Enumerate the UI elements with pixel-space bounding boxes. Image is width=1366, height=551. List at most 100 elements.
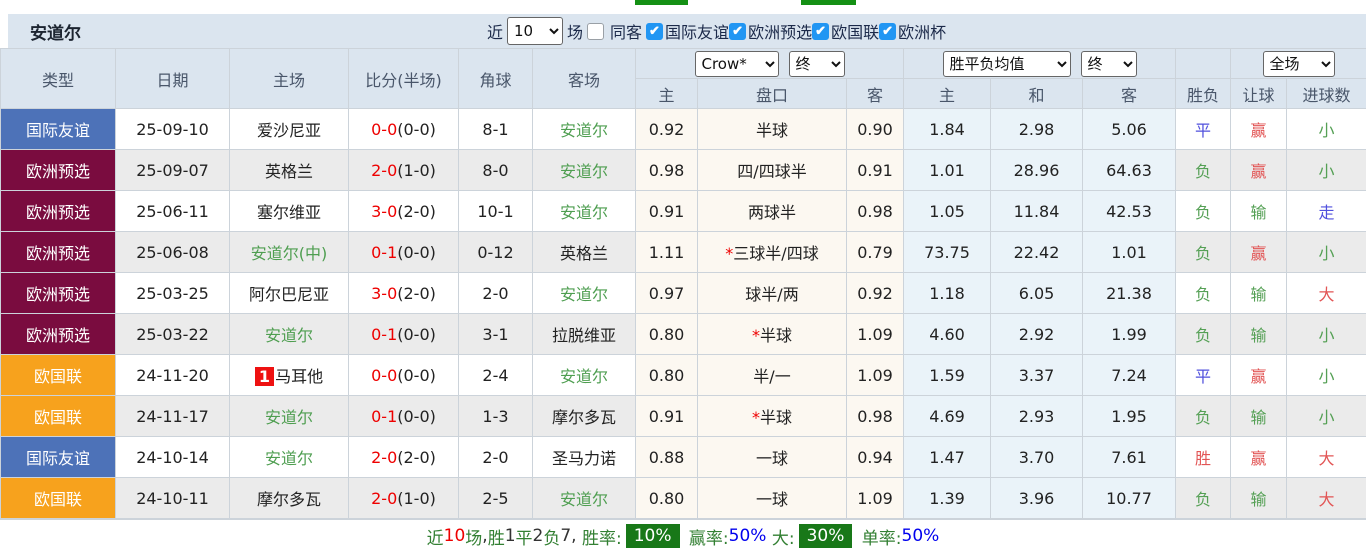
full-time-score: 0-1 xyxy=(371,243,397,262)
table-row: 欧国联24-11-201马耳他0-0(0-0)2-4安道尔0.80半/一1.09… xyxy=(1,355,1366,396)
cell-result-handicap: 输 xyxy=(1231,273,1287,314)
same-away-checkbox[interactable] xyxy=(587,23,604,40)
competition-filters: 国际友谊欧洲预选欧国联欧洲杯 xyxy=(646,19,946,43)
cell-result-wdl: 负 xyxy=(1176,191,1231,232)
cell-odds-lose: 1.95 xyxy=(1083,396,1176,437)
table-header: 类型 日期 主场 比分(半场) 角球 客场 Crow* 终 胜 xyxy=(1,49,1366,109)
cell-competition-type: 国际友谊 xyxy=(1,109,116,150)
cell-away-team: 安道尔 xyxy=(533,109,636,150)
full-time-score: 2-0 xyxy=(371,448,397,467)
cell-result-wdl: 负 xyxy=(1176,232,1231,273)
cell-result-wdl: 负 xyxy=(1176,314,1231,355)
col-header-date: 日期 xyxy=(116,49,230,109)
away-team-name: 安道尔 xyxy=(560,285,608,304)
odds-company-select[interactable]: Crow* xyxy=(695,51,779,77)
cell-away-team: 英格兰 xyxy=(533,232,636,273)
cell-date: 25-06-11 xyxy=(116,191,230,232)
cell-odds-win: 1.01 xyxy=(904,150,991,191)
cell-competition-type: 欧洲预选 xyxy=(1,232,116,273)
cell-corner: 3-1 xyxy=(459,314,533,355)
summary-segment: 50% xyxy=(902,526,940,546)
summary-segment: 平 xyxy=(516,524,533,549)
handicap-select-cell: Crow* 终 xyxy=(636,49,904,79)
cell-competition-type: 欧洲预选 xyxy=(1,314,116,355)
sub-header-cell: 和 xyxy=(991,79,1083,109)
cell-home-team: 1马耳他 xyxy=(230,355,349,396)
sub-header-cell: 进球数 xyxy=(1287,79,1366,109)
cell-handicap: 半/一 xyxy=(698,355,847,396)
empty-header-cell xyxy=(1176,49,1231,79)
table-row: 国际友谊25-09-10爱沙尼亚0-0(0-0)8-1安道尔0.92半球0.90… xyxy=(1,109,1366,150)
cell-score: 0-1(0-0) xyxy=(349,314,459,355)
handicap-line: 半球 xyxy=(760,326,792,345)
cell-competition-type: 欧洲预选 xyxy=(1,191,116,232)
cell-away-team: 安道尔 xyxy=(533,150,636,191)
cell-competition-type: 国际友谊 xyxy=(1,437,116,478)
cell-score: 0-1(0-0) xyxy=(349,232,459,273)
cell-result-goals: 大 xyxy=(1287,478,1366,519)
cell-date: 24-10-14 xyxy=(116,437,230,478)
sub-header-cell: 客 xyxy=(1083,79,1176,109)
cell-corner: 2-4 xyxy=(459,355,533,396)
home-team-name: 安道尔 xyxy=(265,326,313,345)
cell-odds-lose: 21.38 xyxy=(1083,273,1176,314)
summary-segment: 赢率: xyxy=(684,524,729,549)
cell-result-goals: 小 xyxy=(1287,150,1366,191)
wdl-state-select[interactable]: 终 xyxy=(1081,51,1137,77)
handicap-star: * xyxy=(752,326,760,345)
half-time-score: (2-0) xyxy=(397,202,436,221)
cell-odds-lose: 64.63 xyxy=(1083,150,1176,191)
home-team-name: 安道尔 xyxy=(265,408,313,427)
cell-corner: 2-5 xyxy=(459,478,533,519)
cell-result-goals: 走 xyxy=(1287,191,1366,232)
competition-checkbox[interactable] xyxy=(812,23,829,40)
recent-label: 近 xyxy=(487,19,503,43)
cell-odds-home: 0.91 xyxy=(636,191,698,232)
cell-odds-home: 0.80 xyxy=(636,314,698,355)
cell-odds-away: 0.79 xyxy=(847,232,904,273)
cell-odds-lose: 5.06 xyxy=(1083,109,1176,150)
competition-checkbox[interactable] xyxy=(646,23,663,40)
handicap-state-select[interactable]: 终 xyxy=(789,51,845,77)
summary-segment: 单率: xyxy=(856,524,901,549)
cell-handicap: *半球 xyxy=(698,314,847,355)
cell-score: 2-0(1-0) xyxy=(349,150,459,191)
away-team-name: 英格兰 xyxy=(560,244,608,263)
cell-handicap: 两球半 xyxy=(698,191,847,232)
competition-checkbox[interactable] xyxy=(879,23,896,40)
cell-home-team: 安道尔 xyxy=(230,314,349,355)
recent-matches-select[interactable]: 10 xyxy=(507,17,563,45)
summary-segment: 负 xyxy=(543,524,560,549)
scope-select[interactable]: 全场 xyxy=(1263,51,1335,77)
table-row: 欧洲预选25-06-11塞尔维亚3-0(2-0)10-1安道尔0.91两球半0.… xyxy=(1,191,1366,232)
cell-odds-home: 0.97 xyxy=(636,273,698,314)
summary-segment: 近 xyxy=(427,524,444,549)
competition-checkbox[interactable] xyxy=(729,23,746,40)
cell-competition-type: 欧国联 xyxy=(1,396,116,437)
match-table-body: 国际友谊25-09-10爱沙尼亚0-0(0-0)8-1安道尔0.92半球0.90… xyxy=(1,109,1366,519)
away-team-name: 安道尔 xyxy=(560,367,608,386)
handicap-line: 半/一 xyxy=(753,367,790,386)
wdl-average-select[interactable]: 胜平负均值 xyxy=(943,51,1071,77)
cell-odds-away: 0.94 xyxy=(847,437,904,478)
competition-label: 欧国联 xyxy=(831,19,879,43)
cell-odds-home: 0.91 xyxy=(636,396,698,437)
table-row: 国际友谊24-10-14安道尔2-0(2-0)2-0圣马力诺0.88一球0.94… xyxy=(1,437,1366,478)
cell-date: 25-06-08 xyxy=(116,232,230,273)
cell-home-team: 安道尔 xyxy=(230,437,349,478)
same-away-label: 同客 xyxy=(610,19,642,43)
full-time-score: 0-0 xyxy=(371,120,397,139)
cell-handicap: 一球 xyxy=(698,437,847,478)
matches-label: 场 xyxy=(567,19,583,43)
summary-segment: 胜率: xyxy=(582,524,622,549)
handicap-line: 两球半 xyxy=(748,203,796,222)
table-row: 欧洲预选25-03-22安道尔0-1(0-0)3-1拉脱维亚0.80*半球1.0… xyxy=(1,314,1366,355)
cell-score: 2-0(1-0) xyxy=(349,478,459,519)
summary-footer: 近10场,胜1平2负7, 胜率:10% 赢率:50% 大:30% 单率:50% xyxy=(0,519,1366,551)
col-header-score: 比分(半场) xyxy=(349,49,459,109)
full-time-score: 2-0 xyxy=(371,489,397,508)
half-time-score: (2-0) xyxy=(397,284,436,303)
cell-home-team: 英格兰 xyxy=(230,150,349,191)
cell-date: 24-10-11 xyxy=(116,478,230,519)
handicap-line: 一球 xyxy=(756,449,788,468)
